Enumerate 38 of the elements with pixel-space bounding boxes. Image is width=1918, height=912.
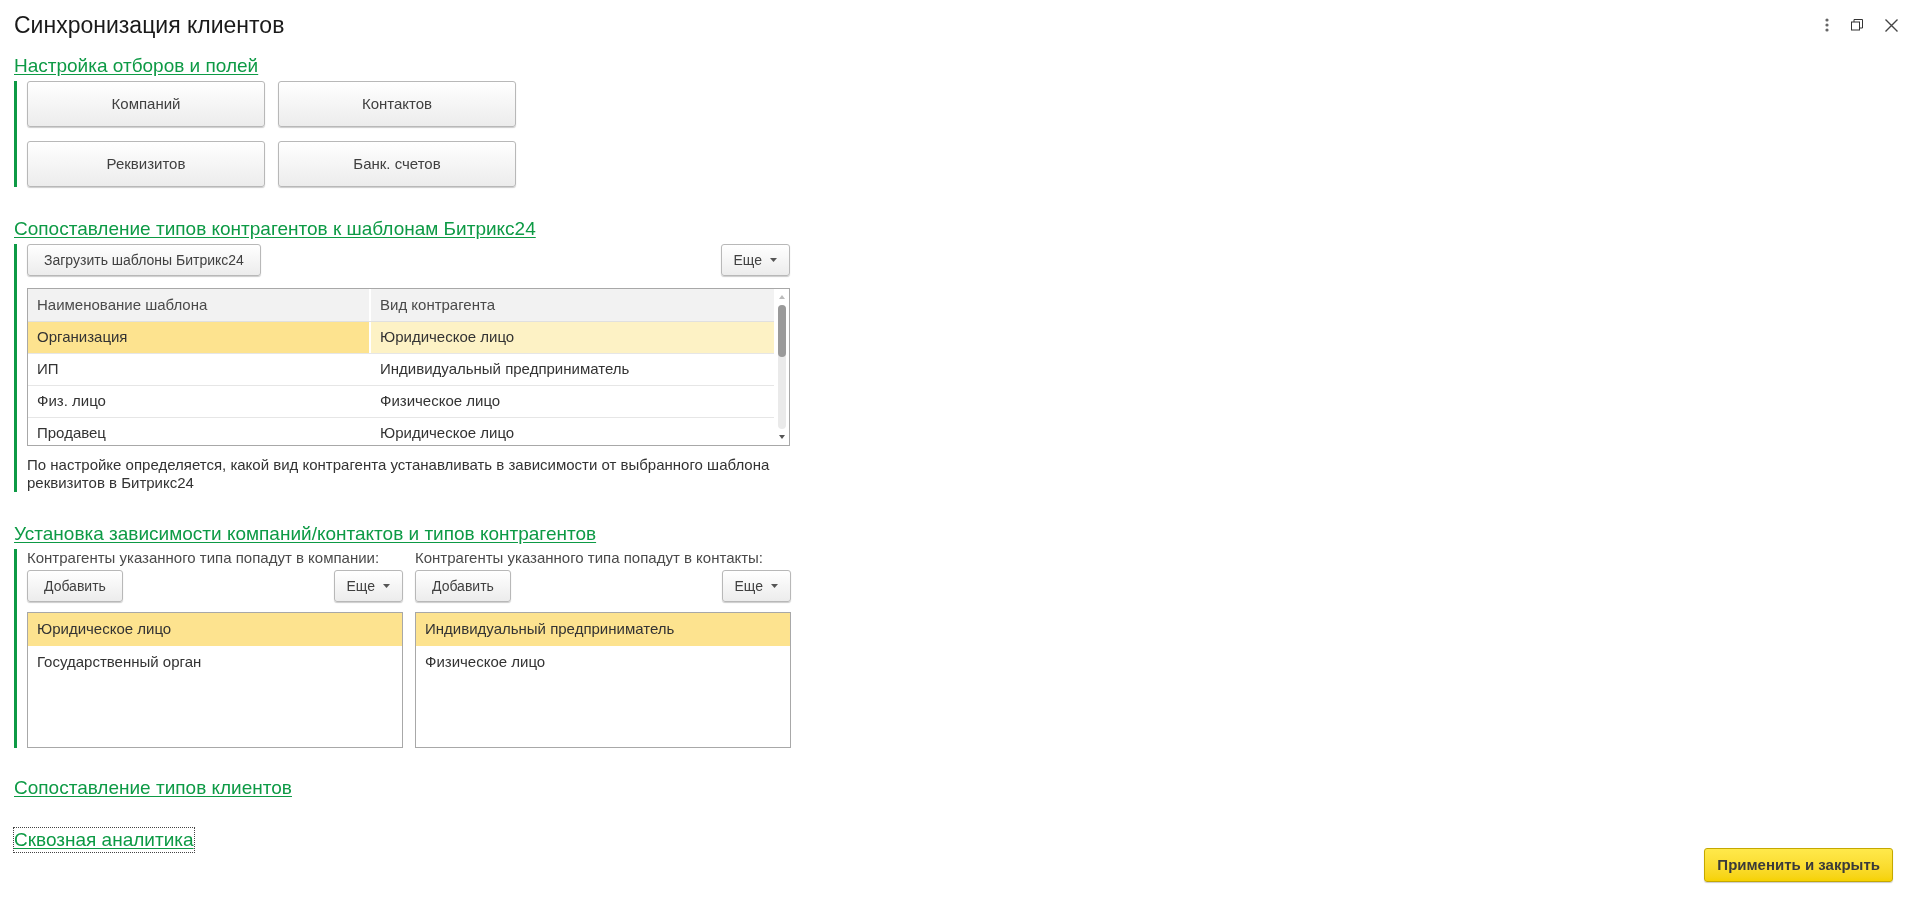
settings-button[interactable]: Банк. счетов <box>278 141 516 187</box>
section-header-link[interactable]: Установка зависимости компаний/контактов и типов контрагентов <box>14 522 597 546</box>
caret-icon <box>770 258 777 262</box>
table-cell-text: Юридическое лицо <box>379 327 516 348</box>
settings-button[interactable]: Реквизитов <box>27 141 265 187</box>
scrollbar-thumb[interactable] <box>777 305 786 357</box>
hint-text: По настройке определяется, какой вид контрагента устанавливать в зависимости от выбранного шаблона реквизитов в Битрикс24 <box>27 456 771 492</box>
more-button[interactable]: Еще <box>720 244 790 276</box>
more-vertical-icon[interactable] <box>1825 18 1829 32</box>
section-header-link[interactable]: Настройка отборов и полей <box>14 54 259 78</box>
more-button[interactable]: Еще <box>721 570 791 602</box>
section-header-link[interactable]: Сопоставление типов клиентов <box>14 776 292 800</box>
add-button[interactable]: Добавить <box>415 570 511 602</box>
table-row[interactable]: Организация Юридическое лицо <box>28 322 774 354</box>
list-label: Контрагенты указанного типа попадут в контакты: <box>415 549 765 567</box>
table-cell: Продавец <box>28 418 371 445</box>
window-title: Синхронизация клиентов <box>14 11 285 40</box>
column-header: Вид контрагента <box>379 294 497 315</box>
table-cell-text: Физическое лицо <box>379 391 502 412</box>
section-header-link[interactable]: Сквозная аналитика <box>14 828 194 852</box>
list-label: Контрагенты указанного типа попадут в компании: <box>27 549 381 567</box>
apply-and-close-button[interactable]: Применить и закрыть <box>1704 848 1893 882</box>
list-item[interactable]: Юридическое лицо <box>28 613 402 646</box>
table-cell: Организация <box>28 322 371 353</box>
add-button[interactable]: Добавить <box>27 570 123 602</box>
caret-icon <box>771 584 778 588</box>
section-header-link[interactable]: Сопоставление типов контрагентов к шаблонам Битрикс24 <box>14 217 536 241</box>
restore-icon[interactable] <box>1851 19 1863 31</box>
table-cell-text: Юридическое лицо <box>379 423 516 444</box>
list-item[interactable]: Индивидуальный предприниматель <box>416 613 790 646</box>
table-cell-text: Индивидуальный предприниматель <box>379 359 631 380</box>
settings-button[interactable]: Контактов <box>278 81 516 127</box>
scroll-down-icon[interactable] <box>778 435 785 439</box>
caret-icon <box>383 584 390 588</box>
load-templates-button[interactable]: Загрузить шаблоны Битрикс24 <box>27 244 261 276</box>
settings-button[interactable]: Компаний <box>27 81 265 127</box>
more-button[interactable]: Еще <box>333 570 403 602</box>
close-icon[interactable] <box>1885 18 1898 32</box>
